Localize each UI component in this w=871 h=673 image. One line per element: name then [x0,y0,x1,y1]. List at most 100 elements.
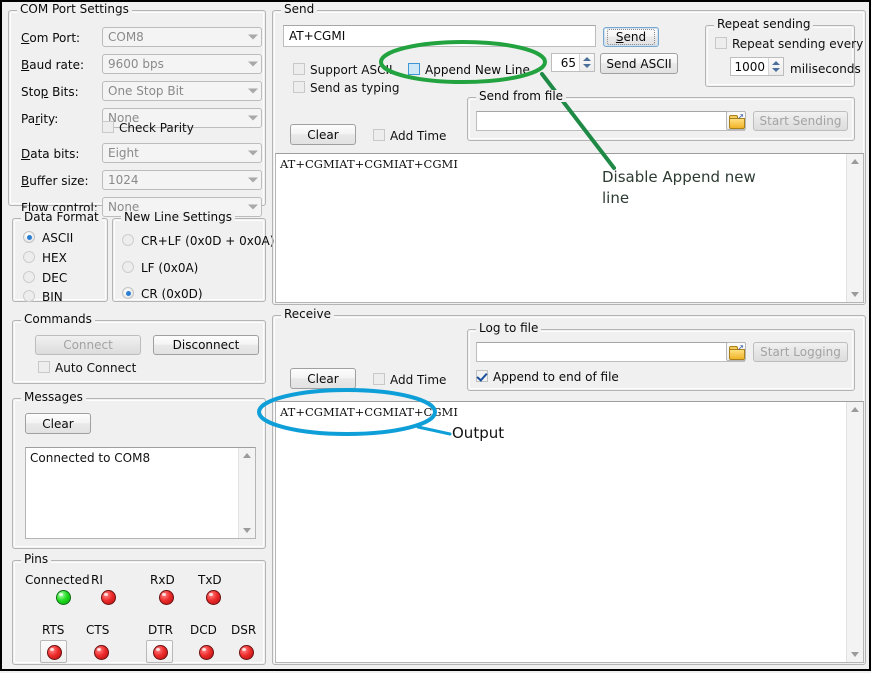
check-parity-label: Check Parity [119,121,194,135]
spinner-buttons[interactable] [768,58,783,75]
scroll-up-icon[interactable] [239,448,255,464]
support-ascii-checkbox[interactable]: Support ASCII [293,63,393,77]
label-data-bits: Data bits: [21,147,79,161]
send-log-scrollbar[interactable] [846,154,863,302]
pin-led-ri [101,590,116,605]
folder-arrow-glyph: ↗ [737,113,744,121]
log-to-file-input[interactable] [476,342,745,362]
radio-lf[interactable]: LF (0x0A) [122,261,198,275]
messages-clear-label: Clear [42,418,73,430]
new-line-settings-title: New Line Settings [121,211,235,223]
send-from-file-input[interactable] [476,111,745,131]
start-logging-button[interactable]: Start Logging [753,342,848,362]
folder-open-icon[interactable]: ↗ [726,342,746,361]
ascii-code-spinner[interactable]: 65 [551,53,595,72]
send-from-file-title: Send from file [476,90,566,102]
receive-clear-button[interactable]: Clear [290,368,356,389]
messages-clear-button[interactable]: Clear [25,413,91,434]
ascii-code-value: 65 [552,56,579,70]
com-port-value: COM8 [108,30,144,44]
start-sending-button[interactable]: Start Sending [753,111,848,131]
chevron-down-icon [248,89,258,94]
append-new-line-checkbox[interactable]: Append New Line [408,63,530,77]
radio-hex[interactable]: HEX [23,251,67,265]
data-bits-value: Eight [108,146,139,160]
spinner-buttons[interactable] [579,54,594,71]
messages-log[interactable]: Connected to COM8 [25,447,256,539]
append-to-end-label: Append to end of file [493,370,619,384]
chevron-down-icon [248,116,258,121]
pin-led-cts [94,645,109,660]
messages-log-scrollbar[interactable] [238,448,255,538]
radio-crlf-label: CR+LF (0x0D + 0x0A) [141,234,274,248]
scroll-up-icon[interactable] [847,402,863,418]
append-to-end-checkbox[interactable]: Append to end of file [476,370,619,384]
serial-terminal-window: COM Port Settings Com Port: COM8 Baud ra… [0,0,871,671]
send-log[interactable]: AT+CGMIAT+CGMIAT+CGMI [275,153,864,303]
repeat-sending-checkbox[interactable]: Repeat sending every [715,37,863,51]
send-command-input[interactable]: AT+CGMI [283,25,596,47]
send-button[interactable]: Send [603,27,659,47]
scroll-down-icon[interactable] [847,646,863,662]
radio-cr-label: CR (0x0D) [141,287,203,301]
receive-add-time-checkbox[interactable]: Add Time [373,373,446,387]
folder-open-icon[interactable]: ↗ [726,111,746,130]
disconnect-button[interactable]: Disconnect [153,335,259,355]
send-add-time-label: Add Time [390,129,446,143]
receive-add-time-label: Add Time [390,373,446,387]
connect-button[interactable]: Connect [35,335,141,355]
radio-dec[interactable]: DEC [23,271,67,285]
buffer-size-value: 1024 [108,173,139,187]
label-parity: Parity: [21,112,58,126]
radio-dec-label: DEC [42,271,67,285]
pin-label-dtr: DTR [148,623,173,637]
pin-led-dsr [239,645,254,660]
radio-bin-label: BIN [42,290,63,304]
receive-log-scrollbar[interactable] [846,402,863,662]
data-format-group: Data Format ASCII HEX DEC BIN [12,218,108,302]
chevron-down-icon [248,62,258,67]
scroll-down-icon[interactable] [847,286,863,302]
send-as-typing-checkbox[interactable]: Send as typing [293,81,399,95]
label-baud-rate: Baud rate: [21,58,84,72]
com-port-settings-group: COM Port Settings Com Port: COM8 Baud ra… [8,10,266,206]
scroll-up-icon[interactable] [847,154,863,170]
stop-bits-select[interactable]: One Stop Bit [102,81,262,101]
append-new-line-label: Append New Line [425,63,530,77]
log-to-file-group: Log to file ↗ Start Logging Append to en… [467,329,855,391]
radio-ascii[interactable]: ASCII [23,231,73,245]
start-sending-label: Start Sending [760,115,842,127]
send-clear-label: Clear [307,129,338,141]
check-parity-checkbox[interactable]: Check Parity [102,121,194,135]
annotation-text-output: Output [452,424,504,442]
log-to-file-title: Log to file [476,322,541,334]
send-clear-button[interactable]: Clear [290,124,356,145]
scroll-down-icon[interactable] [239,522,255,538]
repeat-unit-label: miliseconds [790,62,861,76]
auto-connect-checkbox[interactable]: Auto Connect [38,361,136,375]
data-bits-select[interactable]: Eight [102,143,262,163]
repeat-interval-spinner[interactable]: 1000 [730,57,784,76]
pin-label-txd: TxD [198,573,222,587]
receive-log[interactable]: AT+CGMIAT+CGMIAT+CGMI [275,401,864,663]
send-add-time-checkbox[interactable]: Add Time [373,129,446,143]
send-title: Send [281,3,317,15]
disconnect-button-label: Disconnect [173,339,240,351]
repeat-sending-label: Repeat sending every [732,37,863,51]
radio-bin[interactable]: BIN [23,290,63,304]
chevron-down-icon [248,178,258,183]
buffer-size-select[interactable]: 1024 [102,170,262,190]
label-com-port: Com Port: [21,31,80,45]
messages-title: Messages [21,391,86,403]
com-port-select[interactable]: COM8 [102,27,262,47]
send-ascii-button[interactable]: Send ASCII [600,53,678,74]
radio-crlf[interactable]: CR+LF (0x0D + 0x0A) [122,234,274,248]
pin-led-connected [56,590,71,605]
repeat-sending-title: Repeat sending [714,18,813,30]
new-line-settings-group: New Line Settings CR+LF (0x0D + 0x0A) LF… [112,218,266,302]
radio-cr[interactable]: CR (0x0D) [122,287,203,301]
pin-label-ri: RI [91,573,103,587]
receive-clear-label: Clear [307,373,338,385]
baud-rate-select[interactable]: 9600 bps [102,54,262,74]
pin-led-dtr [153,645,168,660]
